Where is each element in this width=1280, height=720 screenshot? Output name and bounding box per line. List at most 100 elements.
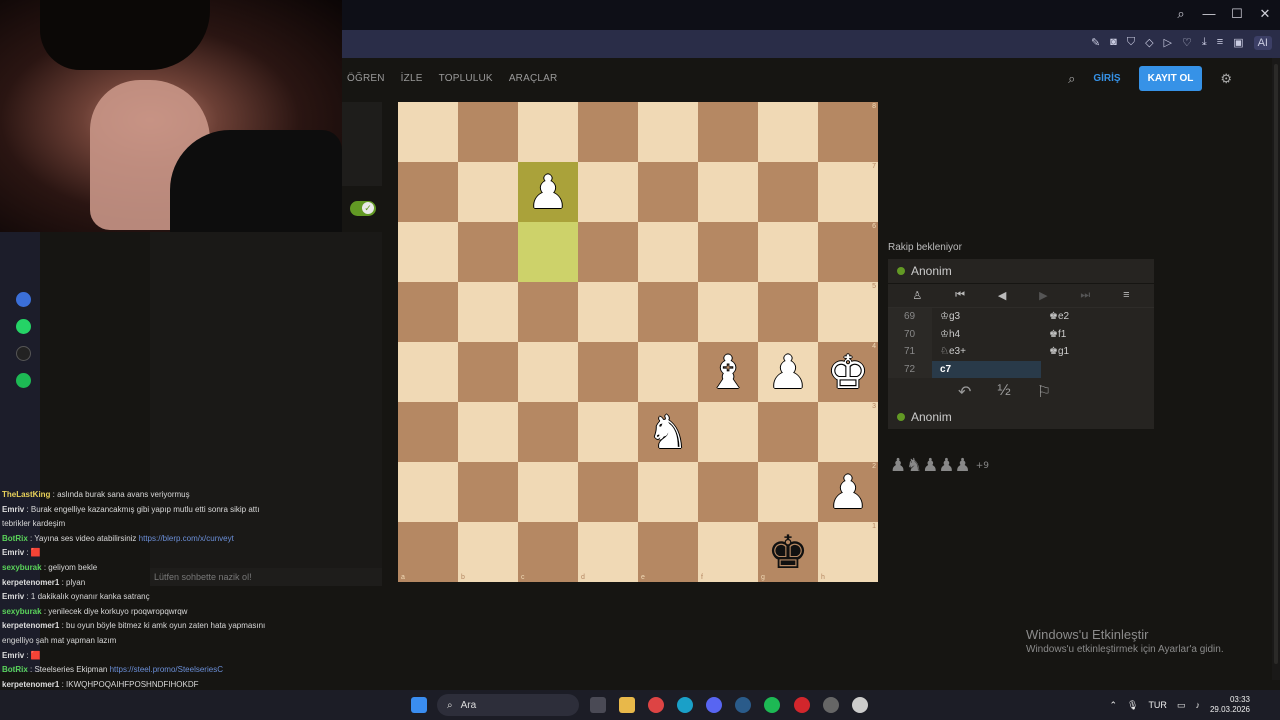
task-view-icon[interactable]	[590, 697, 606, 713]
square-d1[interactable]: d	[578, 522, 638, 582]
taskbar-search[interactable]: ⌕ Ara	[437, 694, 579, 716]
menu-icon[interactable]: ≡	[1123, 289, 1129, 302]
square-b6[interactable]	[458, 222, 518, 282]
opera-icon[interactable]	[794, 697, 810, 713]
x-icon[interactable]	[16, 346, 31, 361]
white-bishop-icon[interactable]: ♝	[698, 342, 758, 402]
language-indicator[interactable]: TUR	[1148, 700, 1167, 710]
square-c5[interactable]	[518, 282, 578, 342]
chat-username[interactable]: Emriv	[2, 651, 24, 660]
square-b5[interactable]	[458, 282, 518, 342]
login-link[interactable]: GİRİŞ	[1093, 73, 1120, 84]
ai-button[interactable]: AI	[1253, 36, 1272, 50]
close-button[interactable]: ✕	[1258, 6, 1272, 22]
square-e5[interactable]	[638, 282, 698, 342]
chat-username[interactable]: Emriv	[2, 592, 24, 601]
square-h1[interactable]: 1h	[818, 522, 878, 582]
nav-link-community[interactable]: TOPLULUK	[439, 73, 493, 84]
square-c2[interactable]	[518, 462, 578, 522]
square-g3[interactable]	[758, 402, 818, 462]
square-h4[interactable]: 4 ♚	[818, 342, 878, 402]
square-f2[interactable]	[698, 462, 758, 522]
square-e2[interactable]	[638, 462, 698, 522]
minimize-button[interactable]: —	[1202, 6, 1216, 22]
chat-username[interactable]: Emriv	[2, 505, 24, 514]
toggle-switch[interactable]	[350, 201, 376, 216]
shield-icon[interactable]: ⛉	[1127, 36, 1135, 50]
square-h7[interactable]: 7	[818, 162, 878, 222]
square-e3[interactable]: ♞	[638, 402, 698, 462]
square-g7[interactable]	[758, 162, 818, 222]
settings-icon[interactable]	[852, 697, 868, 713]
square-c4[interactable]	[518, 342, 578, 402]
first-move-button[interactable]: ⏮	[955, 289, 965, 302]
nav-link-learn[interactable]: ÖĞREN	[347, 73, 385, 84]
whatsapp-icon[interactable]	[16, 319, 31, 334]
square-b1[interactable]: b	[458, 522, 518, 582]
chat-username[interactable]: BotRix	[2, 534, 28, 543]
square-f5[interactable]	[698, 282, 758, 342]
chess-board[interactable]: 8 ♟ 7 6 5 ♝ ♟ 4 ♚ ♞ 3 2 ♟ a b c d e f g ♚ 1 h	[398, 102, 878, 582]
white-move[interactable]: ♔g3	[932, 308, 1041, 326]
chat-link[interactable]: https://steel.promo/SteelseriesC	[110, 665, 223, 674]
chat-username[interactable]: sexyburak	[2, 607, 42, 616]
square-d4[interactable]	[578, 342, 638, 402]
steam-icon[interactable]	[735, 697, 751, 713]
square-g5[interactable]	[758, 282, 818, 342]
camera-icon[interactable]: ◙	[1110, 36, 1117, 50]
square-b2[interactable]	[458, 462, 518, 522]
spotify-icon[interactable]	[764, 697, 780, 713]
square-d7[interactable]	[578, 162, 638, 222]
square-d5[interactable]	[578, 282, 638, 342]
square-b3[interactable]	[458, 402, 518, 462]
square-f6[interactable]	[698, 222, 758, 282]
square-f7[interactable]	[698, 162, 758, 222]
messenger-icon[interactable]	[16, 292, 31, 307]
edge-icon[interactable]	[677, 697, 693, 713]
square-a7[interactable]	[398, 162, 458, 222]
black-king-icon[interactable]: ♚	[758, 522, 818, 582]
flip-board-icon[interactable]: ♙	[912, 289, 922, 302]
square-f1[interactable]: f	[698, 522, 758, 582]
square-c1[interactable]: c	[518, 522, 578, 582]
volume-icon[interactable]: ♪	[1195, 700, 1200, 710]
page-scrollbar[interactable]	[1272, 58, 1280, 680]
square-a3[interactable]	[398, 402, 458, 462]
search-icon[interactable]: ⌕	[1068, 71, 1075, 87]
network-icon[interactable]: ▭	[1177, 700, 1186, 711]
chat-username[interactable]: BotRix	[2, 665, 28, 674]
file-explorer-icon[interactable]	[619, 697, 635, 713]
square-h8[interactable]: 8	[818, 102, 878, 162]
chat-username[interactable]: kerpetenomer1	[2, 680, 59, 689]
square-b7[interactable]	[458, 162, 518, 222]
signup-button[interactable]: KAYIT OL	[1138, 66, 1203, 91]
resign-flag-icon[interactable]: ⚐	[1037, 382, 1051, 402]
white-pawn-icon[interactable]: ♟	[818, 462, 878, 522]
square-g1[interactable]: g ♚	[758, 522, 818, 582]
square-g2[interactable]	[758, 462, 818, 522]
square-g6[interactable]	[758, 222, 818, 282]
square-h5[interactable]: 5	[818, 282, 878, 342]
gear-icon[interactable]: ⚙	[1220, 71, 1232, 87]
square-d6[interactable]	[578, 222, 638, 282]
chat-username[interactable]: sexyburak	[2, 563, 42, 572]
white-king-icon[interactable]: ♚	[818, 342, 878, 402]
square-h3[interactable]: 3	[818, 402, 878, 462]
square-h6[interactable]: 6	[818, 222, 878, 282]
chat-username[interactable]: TheLastKing	[2, 490, 50, 499]
square-f3[interactable]	[698, 402, 758, 462]
black-move[interactable]: ♚g1	[1041, 343, 1150, 361]
download-icon[interactable]: ⤓	[1202, 36, 1207, 50]
chevron-up-icon[interactable]: ⌃	[1109, 700, 1117, 711]
offer-draw-button[interactable]: ½	[997, 382, 1010, 402]
square-a6[interactable]	[398, 222, 458, 282]
takeback-icon[interactable]: ↶	[958, 382, 971, 402]
nav-link-tools[interactable]: ARAÇLAR	[509, 73, 558, 84]
microphone-icon[interactable]: 🎙	[1127, 700, 1138, 711]
square-c8[interactable]	[518, 102, 578, 162]
maximize-button[interactable]: ☐	[1230, 6, 1244, 22]
square-e1[interactable]: e	[638, 522, 698, 582]
square-a4[interactable]	[398, 342, 458, 402]
square-a1[interactable]: a	[398, 522, 458, 582]
edit-icon[interactable]: ✎	[1091, 36, 1100, 50]
